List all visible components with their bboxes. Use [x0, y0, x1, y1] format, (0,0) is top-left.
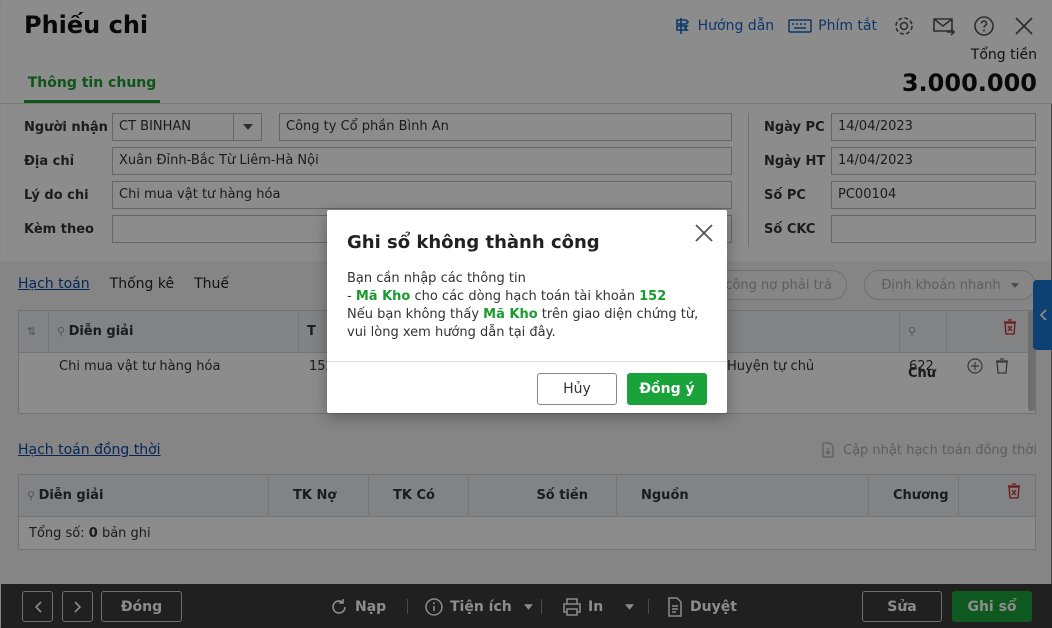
dialog-line1: Bạn cần nhập các thông tin	[347, 271, 526, 286]
dialog-line2-middle: cho các dòng hạch toán tài khoản	[410, 289, 640, 304]
field-ma-kho-2: Mã Kho	[483, 307, 538, 322]
field-ma-kho: Mã Kho	[355, 289, 411, 304]
dialog-line3: Nếu bạn không thấy Mã Kho trên giao diện…	[347, 306, 707, 342]
app-window: Phiếu chi Hướng dẫn Phím tắt Tổng tiền 3…	[0, 0, 1052, 628]
error-dialog: Ghi sổ không thành công Bạn cần nhập các…	[327, 210, 727, 413]
close-icon	[695, 224, 713, 242]
dialog-cancel-button[interactable]: Hủy	[537, 373, 617, 405]
dialog-close-button[interactable]	[693, 222, 715, 244]
dialog-message: Bạn cần nhập các thông tin - Mã Kho cho …	[347, 270, 707, 342]
dialog-footer: Hủy Đồng ý	[327, 361, 727, 413]
dialog-ok-button[interactable]: Đồng ý	[627, 373, 707, 405]
dialog-line2: - Mã Kho cho các dòng hạch toán tài khoả…	[347, 288, 707, 306]
account-number: 152	[639, 289, 667, 304]
dialog-line2-prefix: -	[347, 289, 356, 304]
dialog-title: Ghi sổ không thành công	[347, 232, 600, 253]
dialog-line3-prefix: Nếu bạn không thấy	[347, 307, 484, 322]
